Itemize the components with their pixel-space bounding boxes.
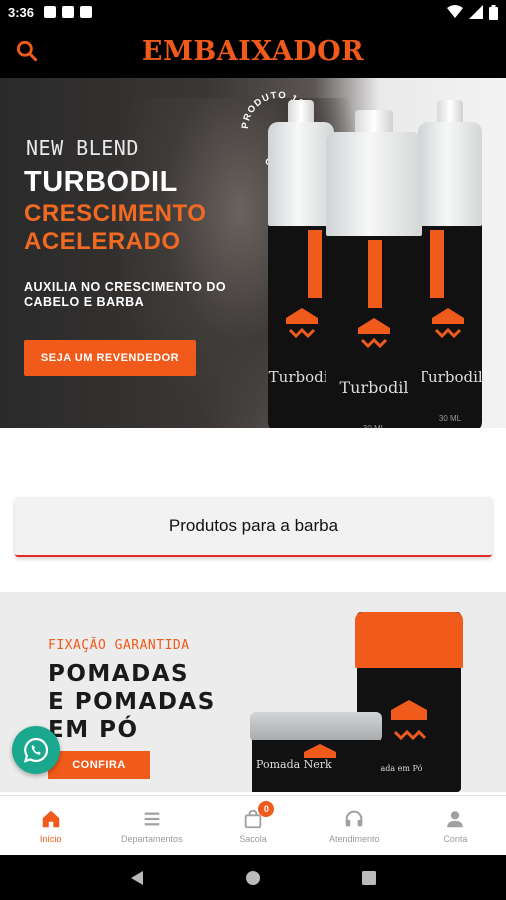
- banner-tagline: FIXAÇÃO GARANTIDA: [48, 638, 190, 653]
- nav-label: Conta: [443, 833, 468, 844]
- brand-logo[interactable]: EMBAIXADOR: [142, 36, 364, 67]
- product-bottle: Turbodil: [268, 100, 334, 428]
- hero-subtitle: CRESCIMENTO ACELERADO: [24, 200, 207, 255]
- bottom-navigation: Início Departamentos 0 Sacola Atendiment…: [0, 795, 506, 855]
- confira-button[interactable]: CONFIRA: [48, 751, 150, 779]
- product-name: Pomada Nerk: [256, 758, 332, 771]
- signal-icon: [469, 5, 483, 19]
- pomade-banner[interactable]: FIXAÇÃO GARANTIDA POMADAS E POMADAS EM P…: [0, 592, 506, 792]
- product-bottle: Turbodil 30 ML: [418, 100, 483, 428]
- home-icon: [42, 810, 59, 827]
- banner-title-line: POMADAS: [48, 661, 190, 687]
- product-volume: 30 ML: [438, 414, 462, 423]
- search-icon[interactable]: [14, 38, 40, 64]
- whatsapp-button[interactable]: [12, 726, 60, 774]
- list-icon: [144, 812, 160, 825]
- nav-label: Atendimento: [328, 833, 380, 844]
- hero-tagline: NEW BLEND: [26, 136, 139, 160]
- wifi-icon: [447, 5, 463, 18]
- bag-count-badge: 0: [258, 801, 275, 817]
- recents-icon[interactable]: [361, 870, 376, 885]
- notification-icons: [44, 6, 93, 18]
- nav-account[interactable]: Conta: [405, 796, 506, 855]
- headset-icon: [345, 810, 363, 826]
- banner-title-line: EM PÓ: [48, 717, 139, 743]
- product-name: Turbodil: [418, 368, 483, 386]
- category-beard-products[interactable]: Produtos para a barba: [15, 497, 492, 557]
- nav-bag[interactable]: 0 Sacola: [202, 796, 303, 855]
- product-name: Turbodil: [268, 368, 334, 386]
- system-navigation: [0, 855, 506, 900]
- back-icon[interactable]: [130, 870, 144, 886]
- nav-home[interactable]: Início: [0, 796, 101, 855]
- pomade-jar-flat: Pomada Nerk: [250, 712, 382, 792]
- whatsapp-icon: [23, 737, 49, 763]
- reseller-button[interactable]: SEJA UM REVENDEDOR: [24, 340, 196, 376]
- battery-icon: [489, 4, 498, 20]
- nav-label: Sacola: [239, 833, 267, 844]
- nav-support[interactable]: Atendimento: [304, 796, 405, 855]
- product-name: Turbodil: [339, 378, 409, 397]
- home-circle-icon[interactable]: [245, 870, 261, 886]
- status-bar: 3:36: [0, 0, 506, 24]
- product-bottle-front: Turbodil 30 ML: [326, 110, 422, 428]
- app-header: EMBAIXADOR: [0, 24, 506, 78]
- hero-banner[interactable]: NEW BLEND TURBODIL CRESCIMENTO ACELERADO…: [0, 78, 506, 428]
- notification-icon: [62, 6, 75, 18]
- banner-title: POMADAS E POMADAS EM PÓ: [48, 660, 216, 744]
- status-time: 3:36: [8, 4, 35, 20]
- banner-title-line: E POMADAS: [48, 689, 216, 715]
- nav-departments[interactable]: Departamentos: [101, 796, 202, 855]
- hero-title: TURBODIL: [24, 166, 178, 198]
- user-icon: [447, 810, 464, 827]
- nav-label: Início: [39, 833, 62, 844]
- nav-label: Departamentos: [121, 833, 183, 844]
- notification-icon: [80, 6, 93, 18]
- hero-description: AUXILIA NO CRESCIMENTO DO CABELO E BARBA: [24, 280, 227, 309]
- system-status-icons: [447, 4, 498, 20]
- notification-icon: [44, 6, 57, 18]
- product-volume: 30 ML: [326, 424, 422, 428]
